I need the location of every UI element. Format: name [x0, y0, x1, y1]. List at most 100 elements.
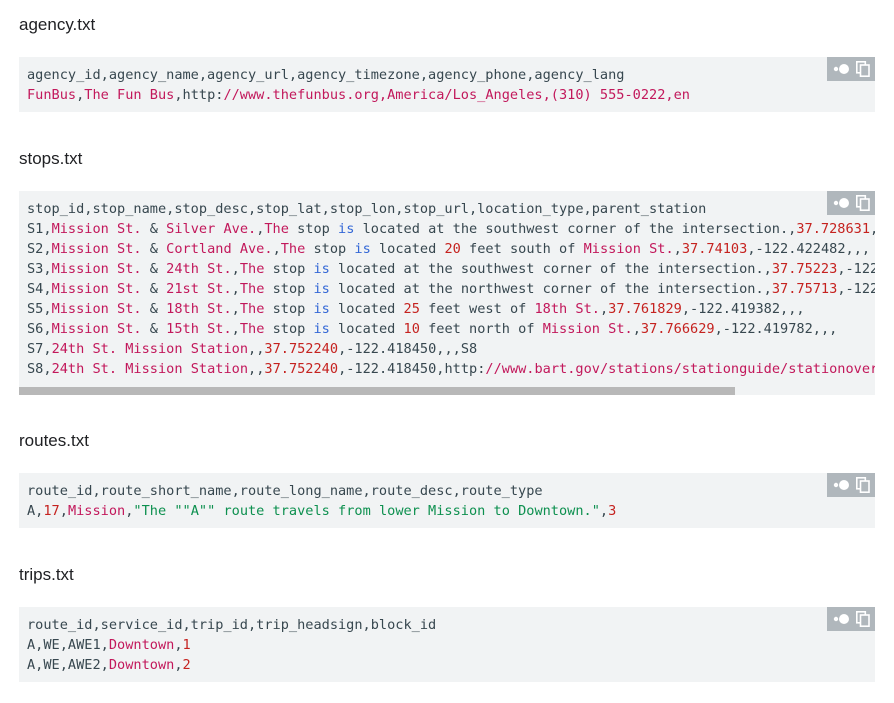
code-content: agency_id,agency_name,agency_url,agency_… [19, 57, 875, 112]
code-token: , [231, 281, 240, 297]
code-token: FunBus [27, 87, 77, 103]
code-token: & [141, 321, 167, 337]
code-token: 18th St. [534, 301, 600, 317]
code-token: Station [190, 361, 249, 377]
code-token: A,WE,AWE1, [27, 637, 109, 653]
code-token: located at the northwest corner of the i… [329, 281, 772, 297]
code-token: ,, [248, 341, 265, 357]
code-token: 37.752240 [264, 341, 339, 357]
code-token: Downtown [108, 637, 175, 653]
code-line: FunBus,The Fun Bus,http://www.thefunbus.… [27, 85, 867, 105]
code-toolbar [827, 607, 875, 631]
code-token: , [174, 657, 183, 673]
code-token: is [338, 221, 355, 237]
code-token: 2 [182, 657, 191, 673]
code-line: S2,Mission St. & Cortland Ave.,The stop … [27, 239, 870, 259]
code-token: , [272, 241, 281, 257]
code-token: , [59, 503, 68, 519]
code-line: S3,Mission St. & 24th St.,The stop is lo… [27, 259, 875, 279]
code-token: is [313, 281, 330, 297]
code-token: ,-122.419382,,, [681, 301, 805, 317]
code-token: Mission St. [51, 261, 142, 277]
code-token: feet west of [419, 301, 535, 317]
code-line: S7,24th St. Mission Station,,37.752240,-… [27, 339, 867, 359]
code-token: //www.bart.gov/stations/stationguide/sta… [485, 361, 875, 377]
code-line: A,WE,AWE1,Downtown,1 [27, 635, 867, 655]
toggle-dark-mode-icon[interactable] [832, 63, 850, 75]
code-token: Station [190, 341, 249, 357]
code-token: , [632, 321, 641, 337]
scrollbar-thumb[interactable] [19, 387, 735, 395]
code-token: 24th St. [166, 261, 232, 277]
code-toolbar [827, 57, 875, 81]
code-token: 37.75713 [771, 281, 838, 297]
code-token: , [599, 503, 609, 519]
code-token: stop [264, 321, 314, 337]
code-token: A,WE,AWE2, [27, 657, 109, 673]
code-token: is [313, 301, 330, 317]
code-toolbar [827, 473, 875, 497]
code-token: stop [305, 241, 355, 257]
code-token: stop [288, 221, 339, 237]
code-token: Cortland Ave. [166, 241, 273, 257]
code-token: S5, [27, 301, 52, 317]
toggle-dark-mode-icon[interactable] [832, 479, 850, 491]
code-token: S2, [27, 241, 52, 257]
horizontal-scrollbar[interactable] [19, 387, 875, 395]
code-token: route_id,route_short_name,route_long_nam… [27, 483, 543, 499]
code-token: ,-122.418982,,, [837, 281, 875, 297]
code-token: 24th St. [51, 361, 118, 377]
code-token: S3, [27, 261, 52, 277]
file-section-routes: routes.txt route_id,route_short_name,rou… [19, 430, 875, 528]
code-token: 18th St. [166, 301, 232, 317]
code-token: 1 [182, 637, 191, 653]
copy-icon[interactable] [856, 61, 870, 77]
code-token: 37.75223 [771, 261, 838, 277]
code-token: 37.74103 [681, 241, 748, 257]
code-token: , [174, 87, 183, 103]
code-token: 21st St. [166, 281, 232, 297]
code-token: & [141, 281, 167, 297]
file-title-agency: agency.txt [19, 15, 96, 34]
code-token: Mission St. [583, 241, 674, 257]
code-token: & [141, 241, 167, 257]
code-content: route_id,route_short_name,route_long_nam… [19, 473, 875, 528]
code-token: ,-122.419782,,, [714, 321, 838, 337]
code-line: A,17,Mission,"The ""A"" route travels fr… [27, 501, 867, 521]
code-token: is [313, 321, 330, 337]
code-token: stop [264, 301, 314, 317]
code-token: stop [264, 281, 314, 297]
code-block-trips: route_id,service_id,trip_id,trip_headsig… [19, 607, 875, 682]
file-section-trips: trips.txt route_id,service_id,trip_id,tr… [19, 564, 875, 682]
code-token: S1, [27, 221, 52, 237]
code-token: 3 [608, 503, 617, 519]
code-token: S8, [27, 361, 52, 377]
toggle-dark-mode-icon[interactable] [832, 197, 850, 209]
code-token: , [231, 301, 240, 317]
code-token: 37.752240 [264, 361, 339, 377]
code-token: feet south of [460, 241, 584, 257]
code-token: The [239, 281, 265, 297]
code-line: S5,Mission St. & 18th St.,The stop is lo… [27, 299, 867, 319]
code-token: http: [182, 87, 224, 103]
code-token: Mission St. [51, 241, 142, 257]
code-token: located at the southwest corner of the i… [354, 221, 797, 237]
code-token: 37.766629 [640, 321, 715, 337]
code-token: Mission St. [51, 301, 142, 317]
toggle-dark-mode-icon[interactable] [832, 613, 850, 625]
code-token: ,-122.418450, [338, 361, 445, 377]
code-token: 37.728631 [796, 221, 871, 237]
code-token: , [673, 241, 682, 257]
code-token: , [231, 261, 240, 277]
code-token: The Fun Bus [84, 87, 175, 103]
code-token: Mission St. [51, 321, 142, 337]
code-token: & [141, 221, 167, 237]
copy-icon[interactable] [856, 195, 870, 211]
copy-icon[interactable] [856, 477, 870, 493]
code-line: route_id,route_short_name,route_long_nam… [27, 481, 867, 501]
copy-icon[interactable] [856, 611, 870, 627]
code-token: & [141, 301, 167, 317]
code-token: route_id,service_id,trip_id,trip_headsig… [27, 617, 437, 633]
code-token: Mission [125, 361, 183, 377]
